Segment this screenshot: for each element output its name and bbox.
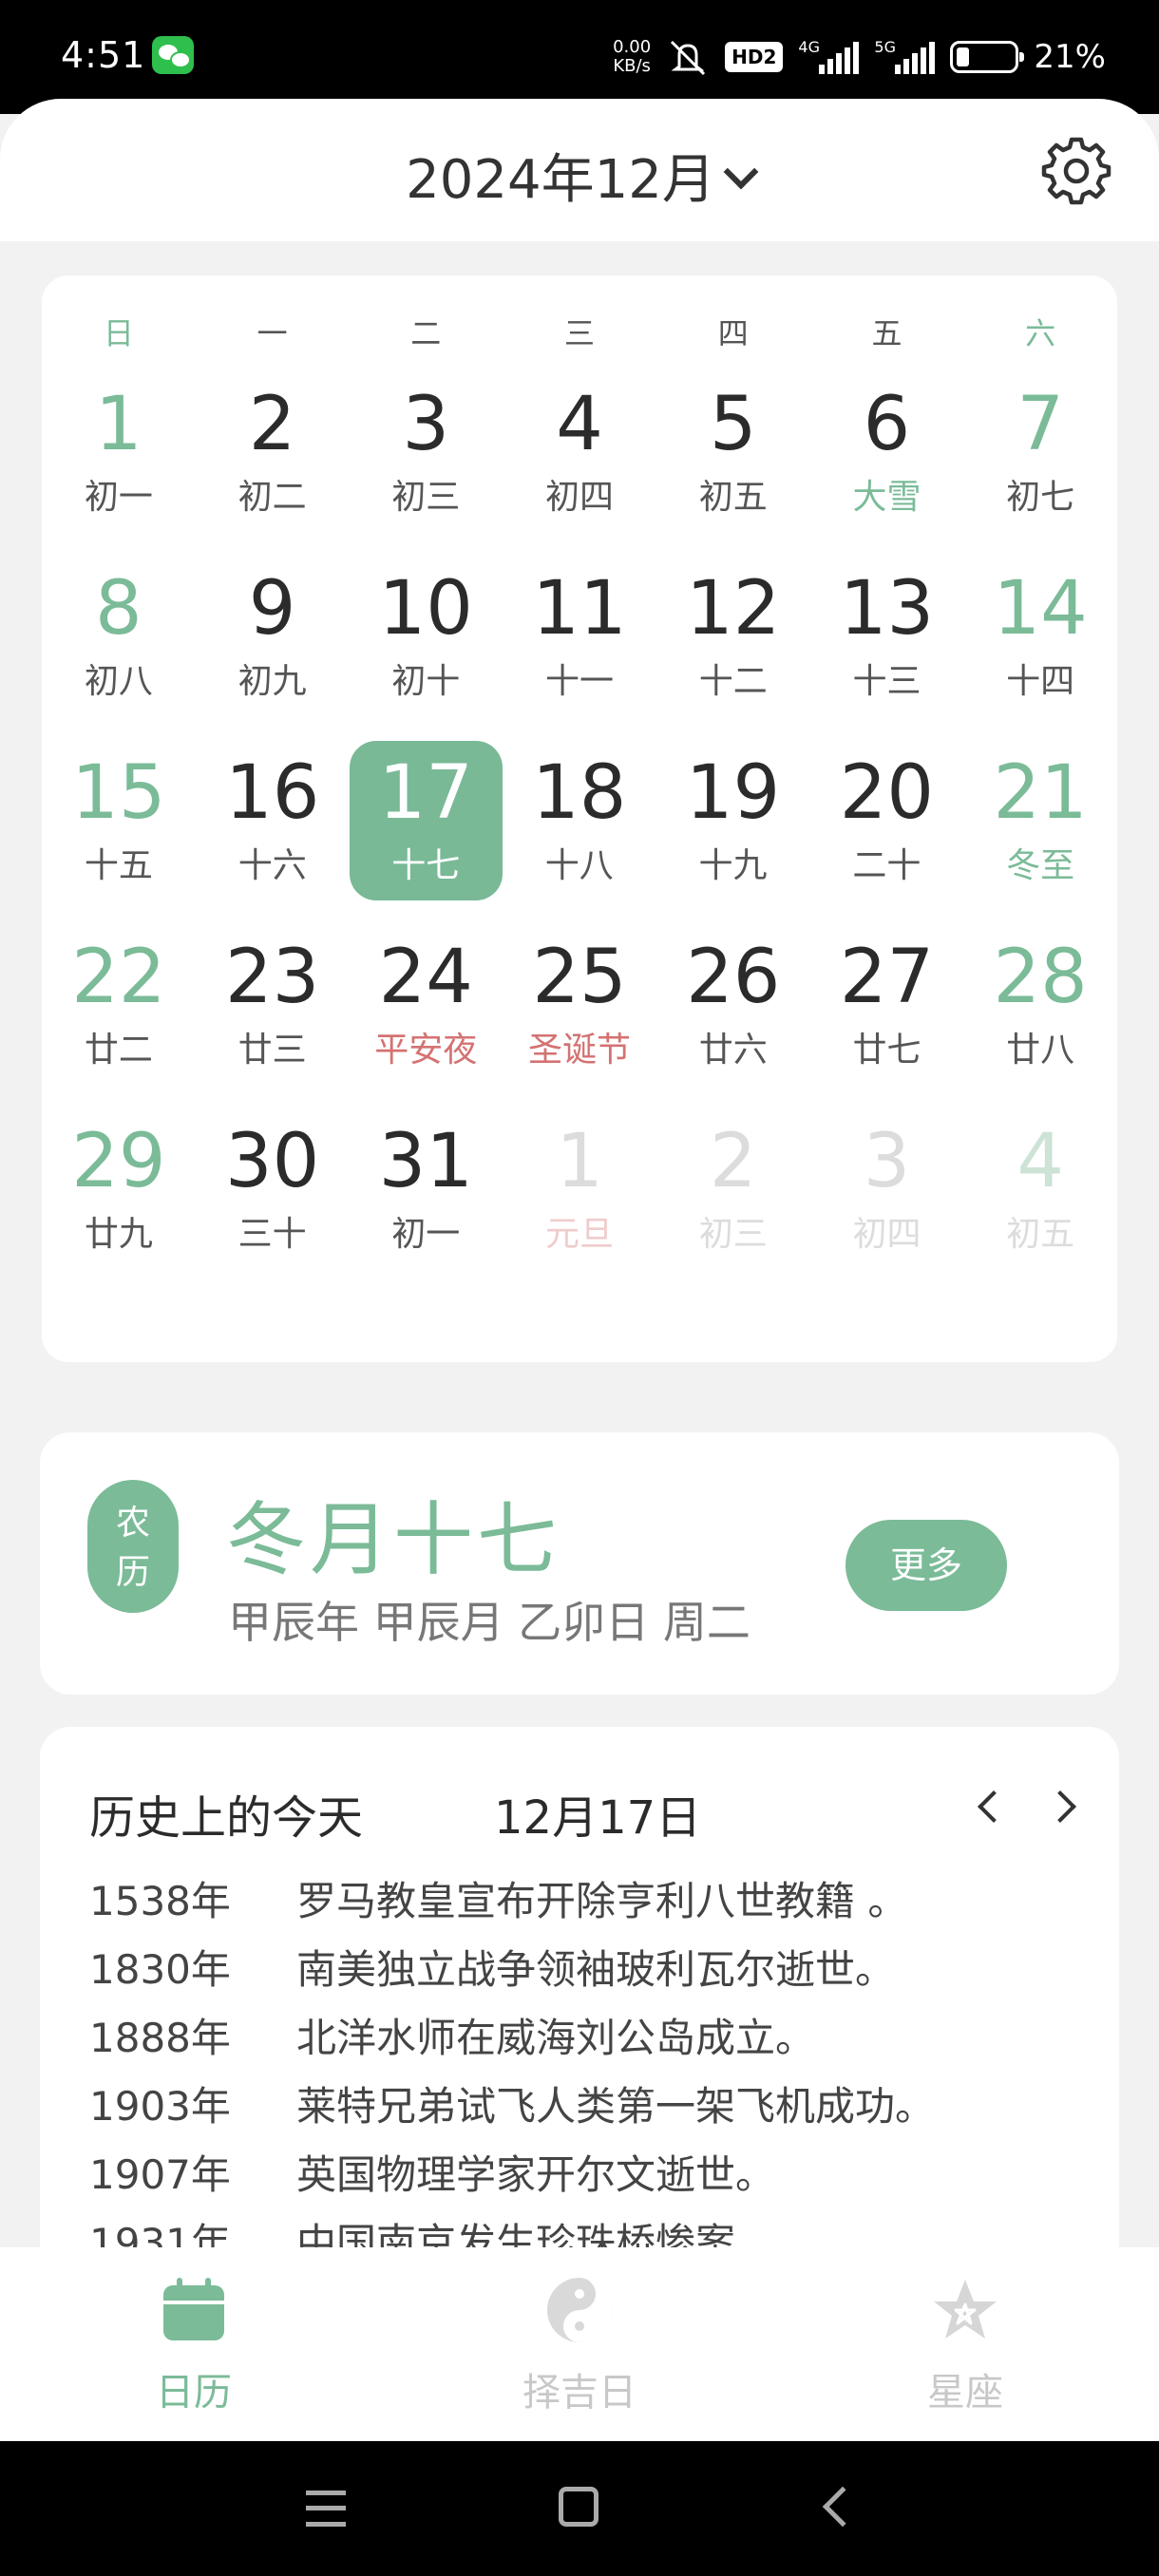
day-cell[interactable]: 2 初二 (196, 372, 350, 532)
day-cell-selected[interactable]: 17 十七 (349, 741, 503, 900)
weekday-sun: 日 (103, 315, 134, 351)
day-cell[interactable]: 31 初一 (349, 1109, 503, 1269)
calendar-grid: 1 初一 2 初二 3 初三 4 初四 5 初五 6 大雪 7 初七 8 初八 9 初九 10 初十… (42, 372, 1117, 1294)
history-event: 1903年 莱特兄弟试飞人类第一架飞机成功。 (89, 2083, 936, 2130)
day-cell[interactable]: 11 十一 (503, 557, 656, 716)
lunar-date: 冬月十七 (226, 1493, 561, 1586)
day-cell[interactable]: 10 初十 (349, 557, 503, 716)
month-title: 2024年12月 (406, 149, 715, 211)
history-event: 1538年 罗马教皇宣布开除亨利八世教籍 。 (89, 1878, 908, 1924)
history-event: 1888年 北洋水师在威海刘公岛成立。 (89, 2015, 816, 2061)
calendar-card: 日 一 二 三 四 五 六 1 初一 2 初二 3 初三 4 初四 5 初五 6 大雪 7初… (42, 275, 1117, 1362)
history-date: 12月17日 (494, 1791, 702, 1845)
gear-icon[interactable] (1041, 135, 1112, 205)
day-cell[interactable]: 4 初四 (503, 372, 656, 532)
day-cell[interactable]: 16 十六 (196, 741, 350, 900)
day-cell-next-month[interactable]: 3 初四 (810, 1109, 964, 1269)
day-cell[interactable]: 14 十四 (963, 557, 1117, 716)
nav-item-horoscope[interactable]: 星座 (851, 2276, 1079, 2416)
menu-icon[interactable] (306, 2491, 346, 2527)
lunar-badge: 农 历 (87, 1480, 179, 1613)
history-title: 历史上的今天 (89, 1791, 364, 1845)
weekday-header: 日 一 二 三 四 五 六 (42, 310, 1117, 353)
day-cell[interactable]: 27 廿七 (810, 925, 964, 1085)
day-cell[interactable]: 29 廿九 (42, 1109, 196, 1269)
mute-vibrate-icon (671, 40, 706, 76)
more-button[interactable]: 更多 (846, 1520, 1007, 1611)
day-cell[interactable]: 30 三十 (196, 1109, 350, 1269)
ganzhi-text: 甲辰年 甲辰月 乙卯日 周二 (228, 1597, 750, 1648)
day-cell-next-month[interactable]: 1 元旦 (503, 1109, 656, 1269)
day-cell[interactable]: 23 廿三 (196, 925, 350, 1085)
status-time: 4:51 (61, 34, 146, 76)
day-cell[interactable]: 3 初三 (349, 372, 503, 532)
day-cell[interactable]: 21 冬至 (963, 741, 1117, 900)
weekday-sat: 六 (1025, 315, 1056, 351)
calendar-icon (163, 2278, 224, 2340)
nav-item-auspicious-day[interactable]: 择吉日 (466, 2276, 694, 2416)
chevron-down-icon (723, 154, 759, 190)
day-cell[interactable]: 18 十八 (503, 741, 656, 900)
system-nav-bar (0, 2441, 1159, 2576)
nav-item-calendar[interactable]: 日历 (80, 2276, 308, 2416)
weekday-thu: 四 (717, 315, 749, 351)
history-today-card: 历史上的今天 12月17日 1538年 罗马教皇宣布开除亨利八世教籍 。 1830… (40, 1727, 1119, 2297)
hd-voice-badge: HD2 (725, 42, 784, 72)
star-icon (934, 2280, 997, 2339)
chevron-right-icon[interactable] (1039, 1782, 1087, 1829)
battery-icon (950, 41, 1025, 73)
day-cell[interactable]: 19 十九 (656, 741, 810, 900)
home-icon[interactable] (559, 2487, 598, 2527)
day-cell[interactable]: 28 廿八 (963, 925, 1117, 1085)
signal-4g-icon: 4G (798, 38, 860, 76)
day-cell[interactable]: 22 廿二 (42, 925, 196, 1085)
chevron-left-icon[interactable] (965, 1782, 1013, 1829)
weekday-fri: 五 (871, 315, 902, 351)
calendar-week: 29 廿九 30 三十 31 初一 1 元旦 2 初三 3 初四 4 初五 (42, 1109, 1117, 1294)
calendar-week: 1 初一 2 初二 3 初三 4 初四 5 初五 6 大雪 7 初七 (42, 372, 1117, 557)
bottom-nav: 日历 择吉日 星座 (0, 2247, 1159, 2441)
history-event: 1830年 南美独立战争领袖玻利瓦尔逝世。 (89, 1946, 896, 1993)
day-cell-next-month[interactable]: 2 初三 (656, 1109, 810, 1269)
day-cell[interactable]: 15 十五 (42, 741, 196, 900)
weekday-mon: 一 (256, 315, 288, 351)
status-icons: 0.00 KB/s HD2 4G 5G 21% (613, 34, 1106, 80)
yin-yang-icon (547, 2278, 612, 2342)
day-cell-next-month[interactable]: 4 初五 (963, 1109, 1117, 1269)
back-icon[interactable] (822, 2486, 864, 2528)
day-cell[interactable]: 24 平安夜 (349, 925, 503, 1085)
day-cell[interactable]: 20 二十 (809, 741, 963, 900)
day-cell[interactable]: 7 初七 (963, 372, 1117, 532)
history-event: 1907年 英国物理学家开尔文逝世。 (89, 2151, 776, 2198)
day-cell[interactable]: 8 初八 (42, 557, 196, 716)
weekday-tue: 二 (410, 315, 442, 351)
day-cell[interactable]: 5 初五 (656, 372, 810, 532)
net-speed: 0.00 KB/s (613, 37, 652, 76)
status-bar: 4:51 0.00 KB/s HD2 4G 5G 21% (0, 0, 1159, 114)
calendar-week: 22 廿二 23 廿三 24 平安夜 25 圣诞节 26 廿六 27 廿七 28 廿八 (42, 925, 1117, 1109)
day-cell[interactable]: 1 初一 (42, 372, 196, 532)
wechat-icon (152, 36, 194, 74)
lunar-info-card: 农 历 冬月十七 甲辰年 甲辰月 乙卯日 周二 更多 (40, 1432, 1119, 1695)
calendar-week: 15 十五 16 十六 17 十七 18 十八 19 十九 20 二十 21 冬至 (42, 741, 1117, 925)
weekday-wed: 三 (564, 315, 596, 351)
day-cell[interactable]: 9 初九 (196, 557, 350, 716)
day-cell[interactable]: 6 大雪 (810, 372, 964, 532)
history-event-list: 1538年 罗马教皇宣布开除亨利八世教籍 。 1830年 南美独立战争领袖玻利瓦尔逝… (89, 1869, 1077, 2280)
month-selector[interactable]: 2024年12月 (0, 137, 1159, 214)
day-cell[interactable]: 26 廿六 (656, 925, 810, 1085)
signal-5g-icon: 5G (874, 38, 936, 76)
battery-percent: 21% (1034, 38, 1106, 76)
day-cell[interactable]: 13 十三 (810, 557, 964, 716)
day-cell[interactable]: 25 圣诞节 (503, 925, 656, 1085)
day-cell[interactable]: 12 十二 (656, 557, 810, 716)
app-header: 2024年12月 (0, 99, 1159, 241)
calendar-week: 8 初八 9 初九 10 初十 11 十一 12 十二 13 十三 14 十四 (42, 557, 1117, 741)
